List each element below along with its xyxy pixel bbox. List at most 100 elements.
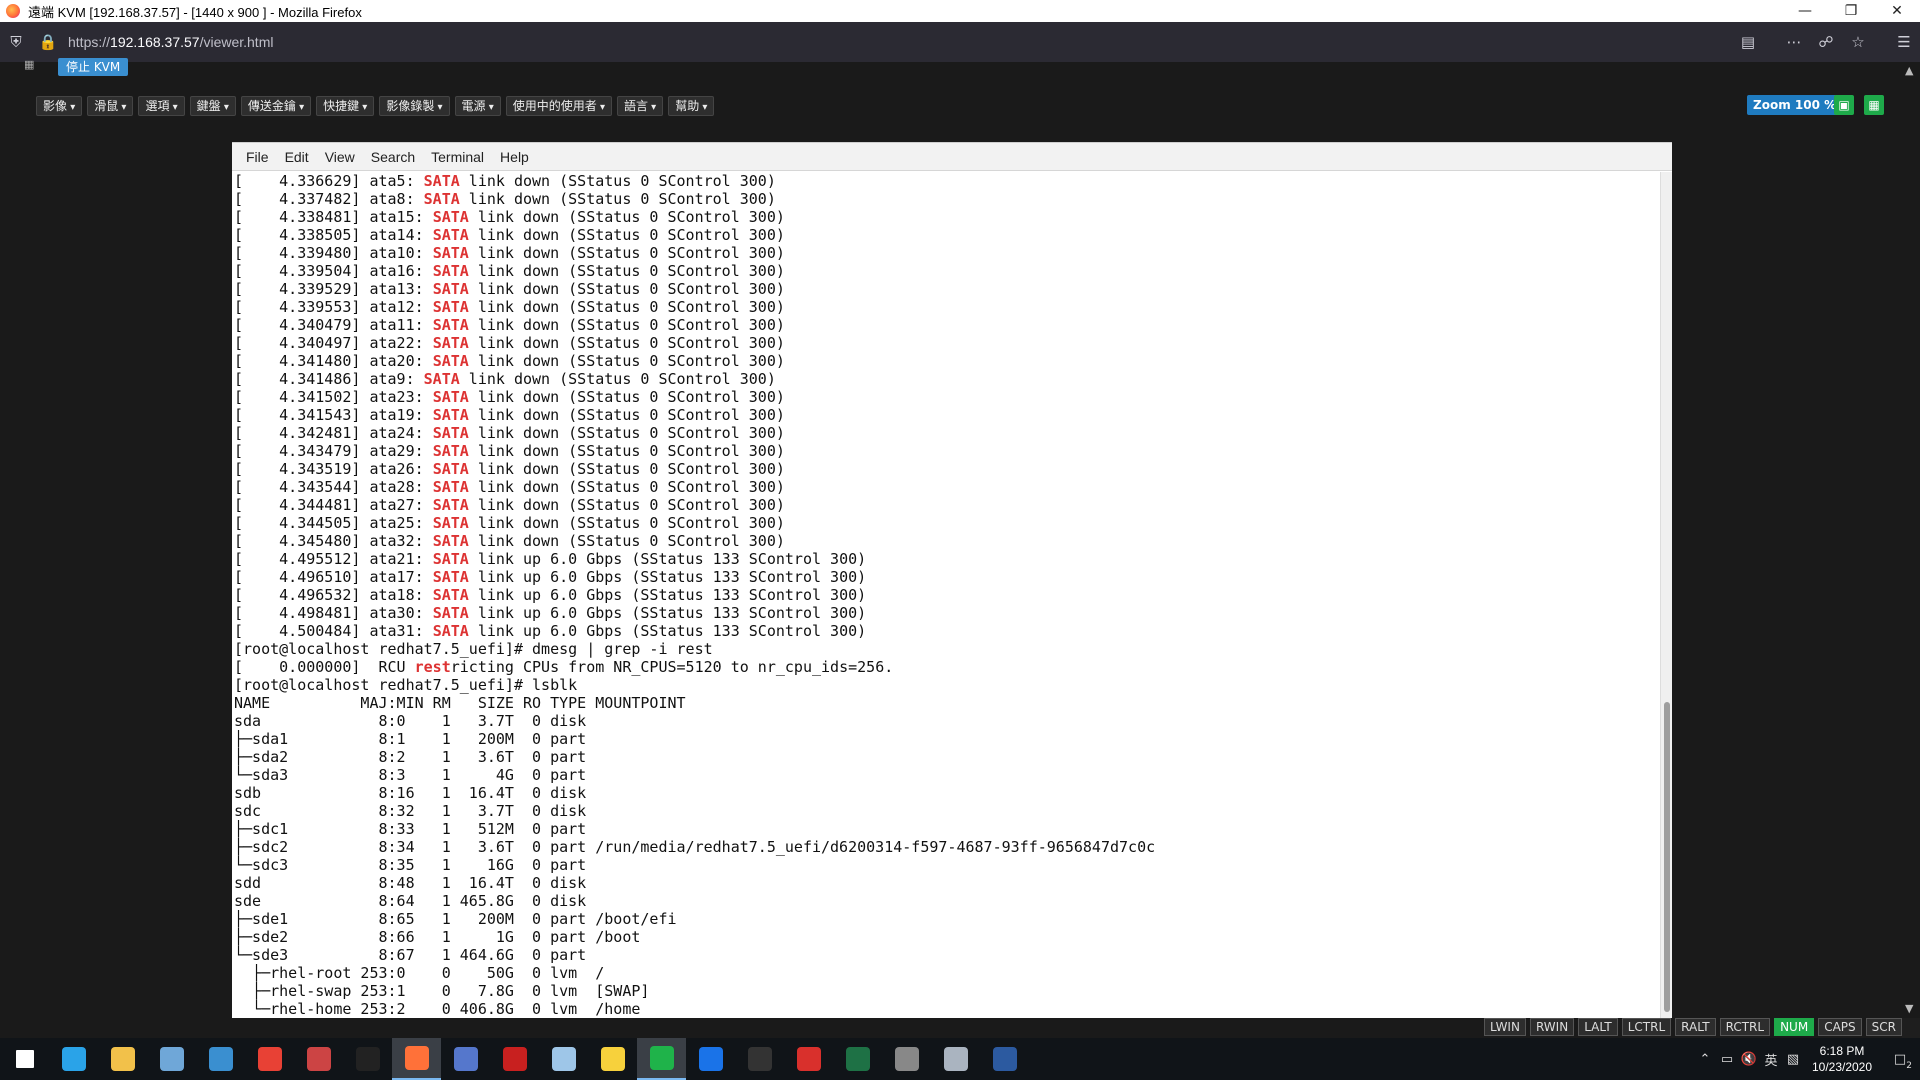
key-indicator-rctrl[interactable]: RCTRL [1719, 1018, 1771, 1036]
terminal-menu-edit[interactable]: Edit [285, 149, 309, 165]
chevron-up-icon[interactable]: ⌃ [1694, 1052, 1716, 1067]
terminal-line: └─sdc3 8:35 1 16G 0 part [232, 856, 1660, 874]
taskbar-app[interactable] [294, 1038, 343, 1080]
key-indicator-ralt[interactable]: RALT [1675, 1018, 1716, 1036]
terminal-line-pre: sde 8:64 1 465.8G 0 disk [234, 892, 587, 910]
taskbar-app[interactable] [196, 1038, 245, 1080]
network-icon[interactable]: ▭ [1716, 1052, 1738, 1067]
taskbar-app[interactable] [980, 1038, 1029, 1080]
lock-icon[interactable]: 🔒 [32, 22, 64, 62]
clock[interactable]: 6:18 PM 10/23/2020 [1804, 1043, 1880, 1075]
taskbar-app[interactable] [686, 1038, 735, 1080]
key-indicators: LWIN RWIN LALT LCTRL RALT RCTRL NUM CAPS SCR [1483, 1018, 1902, 1038]
kvm-menu-item[interactable]: 鍵盤 [189, 96, 236, 116]
terminal-line: [ 4.341480] ata20: SATA link down (SStat… [232, 352, 1660, 370]
key-indicator-rwin[interactable]: RWIN [1529, 1018, 1575, 1036]
taskbar-app[interactable] [343, 1038, 392, 1080]
taskbar-app[interactable] [441, 1038, 490, 1080]
keyboard-icon[interactable]: ▦ [1864, 95, 1884, 115]
kvm-menu-item[interactable]: 快捷鍵 [316, 96, 375, 116]
grid-icon[interactable]: ▦ [24, 58, 38, 72]
url-field[interactable]: https://192.168.37.57/viewer.html [64, 34, 1732, 50]
terminal-line: sdd 8:48 1 16.4T 0 disk [232, 874, 1660, 892]
terminal-line: ├─sda1 8:1 1 200M 0 part [232, 730, 1660, 748]
terminal-line-post: link up 6.0 Gbps (SStatus 133 SControl 3… [468, 568, 867, 586]
kvm-menu-item[interactable]: 滑鼠 [87, 96, 134, 116]
key-indicator-lctrl[interactable]: LCTRL [1621, 1018, 1672, 1036]
terminal-line: [ 0.000000] RCU restricting CPUs from NR… [232, 658, 1660, 676]
taskbar-app[interactable] [882, 1038, 931, 1080]
terminal-line: ├─sde2 8:66 1 1G 0 part /boot [232, 928, 1660, 946]
key-indicator-lalt[interactable]: LALT [1578, 1018, 1618, 1036]
kvm-menu-item[interactable]: 幫助 [668, 96, 715, 116]
clock-date: 10/23/2020 [1811, 1060, 1873, 1074]
taskbar-app[interactable] [147, 1038, 196, 1080]
terminal-line: [ 4.341486] ata9: SATA link down (SStatu… [232, 370, 1660, 388]
terminal-menu-file[interactable]: File [246, 149, 269, 165]
more-actions-icon[interactable]: ⋯ [1778, 22, 1810, 62]
taskbar-app[interactable] [931, 1038, 980, 1080]
browser-scrollbar[interactable]: ▲ ▼ [1902, 62, 1920, 1018]
terminal-line-pre: [ 4.341480] ata20: [234, 352, 433, 370]
kvm-menu-item[interactable]: 語言 [616, 96, 664, 116]
pocket-icon[interactable]: ☍ [1810, 22, 1842, 62]
taskbar-app[interactable] [490, 1038, 539, 1080]
reader-view-icon[interactable]: ▤ [1732, 22, 1764, 62]
system-tool-icon [943, 1047, 968, 1071]
kvm-menu-item[interactable]: 選項 [138, 96, 185, 116]
terminal-menu-search[interactable]: Search [371, 149, 415, 165]
terminal-line-pre: [ 4.343519] ata26: [234, 460, 433, 478]
taskbar-app[interactable] [784, 1038, 833, 1080]
taskbar-app[interactable] [392, 1038, 441, 1080]
kvm-menu-item[interactable]: 影像錄製 [379, 96, 450, 116]
terminal-line: ├─rhel-root 253:0 0 50G 0 lvm / [232, 964, 1660, 982]
hamburger-menu-icon[interactable]: ☰ [1888, 22, 1920, 62]
input-language[interactable]: 英 [1760, 1050, 1782, 1069]
system-tray: ⌃ ▭ 🔇 英 ▧ 6:18 PM 10/23/2020 □ 2 [1694, 1038, 1920, 1080]
kvm-menu-item[interactable]: 傳送金鑰 [240, 96, 312, 116]
key-indicator-num[interactable]: NUM [1774, 1018, 1815, 1036]
kvm-menu-item[interactable]: 使用中的使用者 [505, 96, 612, 116]
taskbar-app[interactable] [588, 1038, 637, 1080]
kvm-menu-item[interactable]: 影像 [36, 96, 83, 116]
terminal-line-hl: SATA [432, 460, 469, 478]
key-indicator-lwin[interactable]: LWIN [1483, 1018, 1526, 1036]
terminal-scroll-thumb[interactable] [1664, 702, 1670, 1012]
terminal-menu-view[interactable]: View [325, 149, 355, 165]
terminal-line-pre: [ 4.341486] ata9: [234, 370, 424, 388]
taskbar-app[interactable] [245, 1038, 294, 1080]
terminal-line-pre: ├─sde1 8:65 1 200M 0 part /boot/efi [234, 910, 677, 928]
restore-icon[interactable]: ❐ [1828, 0, 1874, 22]
bookmark-star-icon[interactable]: ☆ [1842, 22, 1874, 62]
terminal-output[interactable]: [ 4.336629] ata5: SATA link down (SStatu… [232, 172, 1660, 1019]
terminal-menu-help[interactable]: Help [500, 149, 529, 165]
taskbar-app[interactable] [637, 1038, 686, 1080]
taskbar-app[interactable] [0, 1038, 49, 1080]
kvm-menu-item[interactable]: 電源 [454, 96, 501, 116]
stop-kvm-button[interactable]: 停止 KVM [58, 58, 129, 76]
terminal-line-hl: SATA [432, 622, 469, 640]
terminal-line-hl: SATA [432, 478, 469, 496]
taskbar-app[interactable] [98, 1038, 147, 1080]
scroll-up-icon[interactable]: ▲ [1905, 64, 1913, 77]
taskbar-app[interactable] [833, 1038, 882, 1080]
key-indicator-caps[interactable]: CAPS [1818, 1018, 1862, 1036]
terminal-line-pre: ├─sda1 8:1 1 200M 0 part [234, 730, 587, 748]
shield-icon[interactable]: ⛨ [0, 22, 32, 62]
volume-muted-icon[interactable]: 🔇 [1738, 1052, 1760, 1067]
key-indicator-scr[interactable]: SCR [1865, 1018, 1902, 1036]
notification-center-icon[interactable]: □ 2 [1880, 1052, 1920, 1071]
terminal-line-pre: [ 4.345480] ata32: [234, 532, 433, 550]
taskbar-app[interactable] [735, 1038, 784, 1080]
terminal-line: [ 4.343519] ata26: SATA link down (SStat… [232, 460, 1660, 478]
monitor-icon[interactable]: ▣ [1834, 95, 1854, 115]
zoom-button[interactable]: Zoom 100 % [1747, 95, 1843, 115]
minimize-icon[interactable]: — [1782, 0, 1828, 22]
taskbar-app[interactable] [539, 1038, 588, 1080]
scroll-down-icon[interactable]: ▼ [1905, 1002, 1913, 1015]
terminal-menu-terminal[interactable]: Terminal [431, 149, 484, 165]
taskbar-app[interactable] [49, 1038, 98, 1080]
ime-icon[interactable]: ▧ [1782, 1052, 1804, 1067]
close-icon[interactable]: ✕ [1874, 0, 1920, 22]
terminal-scrollbar[interactable] [1660, 172, 1672, 1019]
